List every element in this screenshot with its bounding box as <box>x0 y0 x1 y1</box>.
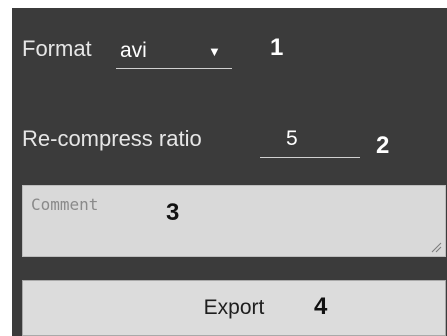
callout-number-4: 4 <box>314 293 328 320</box>
dropdown-arrow-icon[interactable]: ▼ <box>208 42 221 62</box>
callout-number-1: 1 <box>270 34 284 61</box>
recompress-ratio-label: Re-compress ratio <box>22 126 202 151</box>
callout-number-2: 2 <box>376 132 390 159</box>
export-settings-panel: Format avi ▼ 1 Re-compress ratio 2 3 Exp… <box>12 8 447 336</box>
export-button[interactable]: Export <box>22 280 446 336</box>
comment-textarea[interactable] <box>22 185 446 257</box>
format-select-underline <box>116 68 232 69</box>
callout-number-3: 3 <box>166 199 180 226</box>
resize-grip-icon[interactable] <box>430 241 442 253</box>
recompress-ratio-input[interactable] <box>260 120 360 158</box>
format-select[interactable]: avi ▼ <box>116 34 232 70</box>
format-selected-value: avi <box>120 39 147 62</box>
recompress-ratio-field <box>260 120 360 160</box>
format-label: Format <box>22 36 92 61</box>
